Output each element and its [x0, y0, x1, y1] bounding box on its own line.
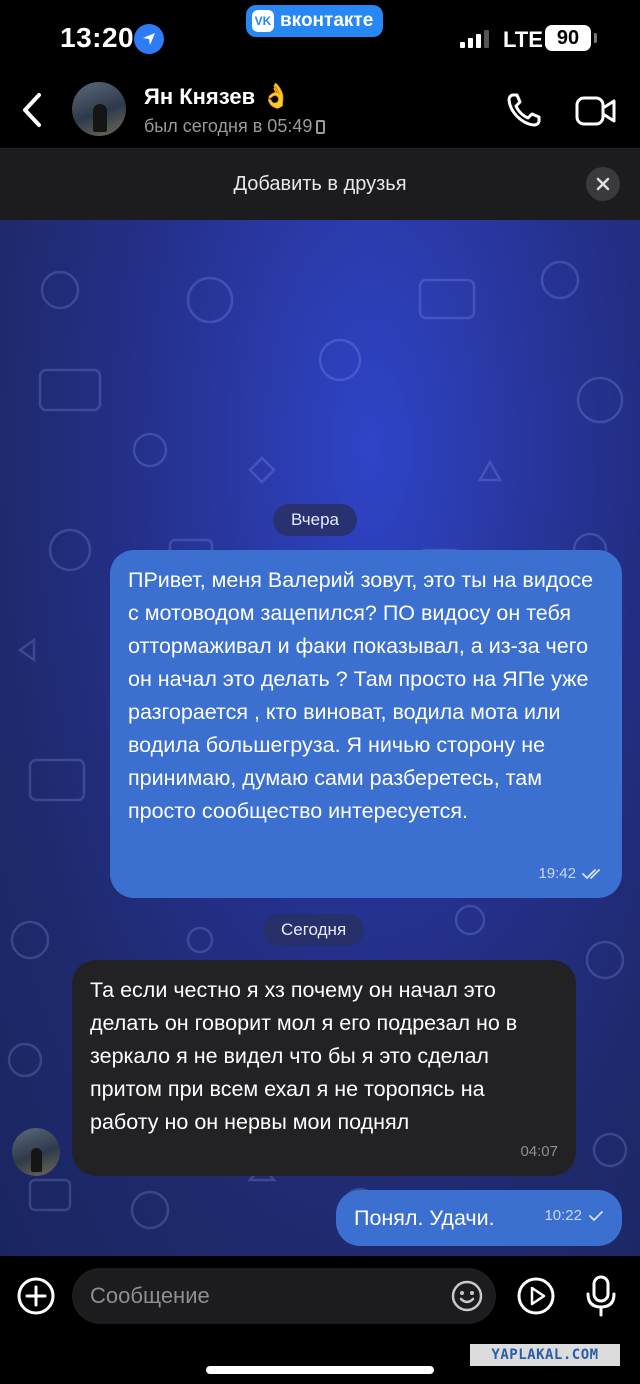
- emoji-button[interactable]: [450, 1279, 484, 1313]
- chevron-left-icon: [23, 93, 41, 127]
- add-friend-button[interactable]: Добавить в друзья: [0, 173, 640, 196]
- close-icon: [596, 177, 610, 191]
- network-type: LTE: [503, 27, 543, 52]
- last-seen-status: был сегодня в 05:49: [144, 116, 326, 137]
- app-return-pill[interactable]: VK вконтакте: [246, 5, 384, 37]
- phone-icon: [507, 93, 541, 127]
- last-seen-text: был сегодня в 05:49: [144, 116, 313, 136]
- home-indicator[interactable]: [206, 1366, 434, 1374]
- plus-circle-icon: [17, 1277, 55, 1315]
- message-text: Та если честно я хз почему он начал это …: [90, 978, 518, 1134]
- status-bar: 13:20 VK вконтакте LTE 90: [0, 0, 640, 76]
- sender-avatar[interactable]: [12, 1128, 60, 1176]
- check-sent-icon: [589, 1210, 603, 1221]
- dismiss-add-friend-button[interactable]: [586, 167, 620, 201]
- date-separator: Вчера: [273, 504, 357, 536]
- message-time: 04:07: [520, 1143, 558, 1160]
- video-camera-icon: [575, 96, 616, 126]
- add-friend-bar: Добавить в друзья: [0, 148, 640, 220]
- play-circle-icon: [517, 1277, 555, 1315]
- message-time: 19:42: [538, 865, 576, 882]
- smile-icon: [451, 1280, 483, 1312]
- contact-avatar[interactable]: [72, 82, 126, 136]
- message-meta: 19:42: [538, 857, 604, 890]
- video-message-button[interactable]: [516, 1276, 556, 1316]
- message-field[interactable]: [72, 1268, 496, 1324]
- double-check-read-icon: [582, 868, 600, 879]
- date-separator: Сегодня: [263, 914, 365, 946]
- message-text: ПРивет, меня Валерий зовут, это ты на ви…: [128, 568, 594, 823]
- microphone-icon: [586, 1275, 616, 1317]
- cellular-signal-icon: [460, 30, 489, 48]
- incoming-message[interactable]: Та если честно я хз почему он начал это …: [72, 960, 576, 1176]
- voice-message-button[interactable]: [584, 1274, 618, 1318]
- message-input[interactable]: [90, 1268, 450, 1324]
- contact-name: Ян Князев: [144, 83, 256, 109]
- back-button[interactable]: [12, 88, 52, 132]
- attach-button[interactable]: [16, 1276, 56, 1316]
- battery-tip: [594, 33, 597, 43]
- status-time: 13:20: [60, 22, 135, 53]
- ok-hand-emoji: 👌: [261, 83, 292, 110]
- message-list[interactable]: Вчера ПРивет, меня Валерий зовут, это ты…: [0, 220, 640, 1256]
- message-time: 10:22: [544, 1207, 582, 1224]
- contact-name-row[interactable]: Ян Князев 👌: [144, 82, 291, 111]
- composer-bar: YAPLAKAL.COM: [0, 1256, 640, 1384]
- app-return-label: вконтакте: [280, 10, 374, 31]
- message-meta: 04:07: [520, 1135, 558, 1168]
- location-arrow-icon: [134, 24, 164, 54]
- chat-header: Ян Князев 👌 был сегодня в 05:49: [0, 76, 640, 148]
- battery-icon: 90: [545, 25, 591, 51]
- outgoing-message[interactable]: Понял. Удачи. 10:22: [336, 1190, 622, 1246]
- video-call-button[interactable]: [574, 92, 618, 130]
- vk-logo-icon: VK: [252, 10, 274, 32]
- voice-call-button[interactable]: [504, 90, 544, 130]
- message-meta: 10:22: [544, 1199, 604, 1232]
- mobile-device-icon: [316, 120, 326, 134]
- watermark-label: YAPLAKAL.COM: [470, 1344, 620, 1366]
- outgoing-message[interactable]: ПРивет, меня Валерий зовут, это ты на ви…: [110, 550, 622, 898]
